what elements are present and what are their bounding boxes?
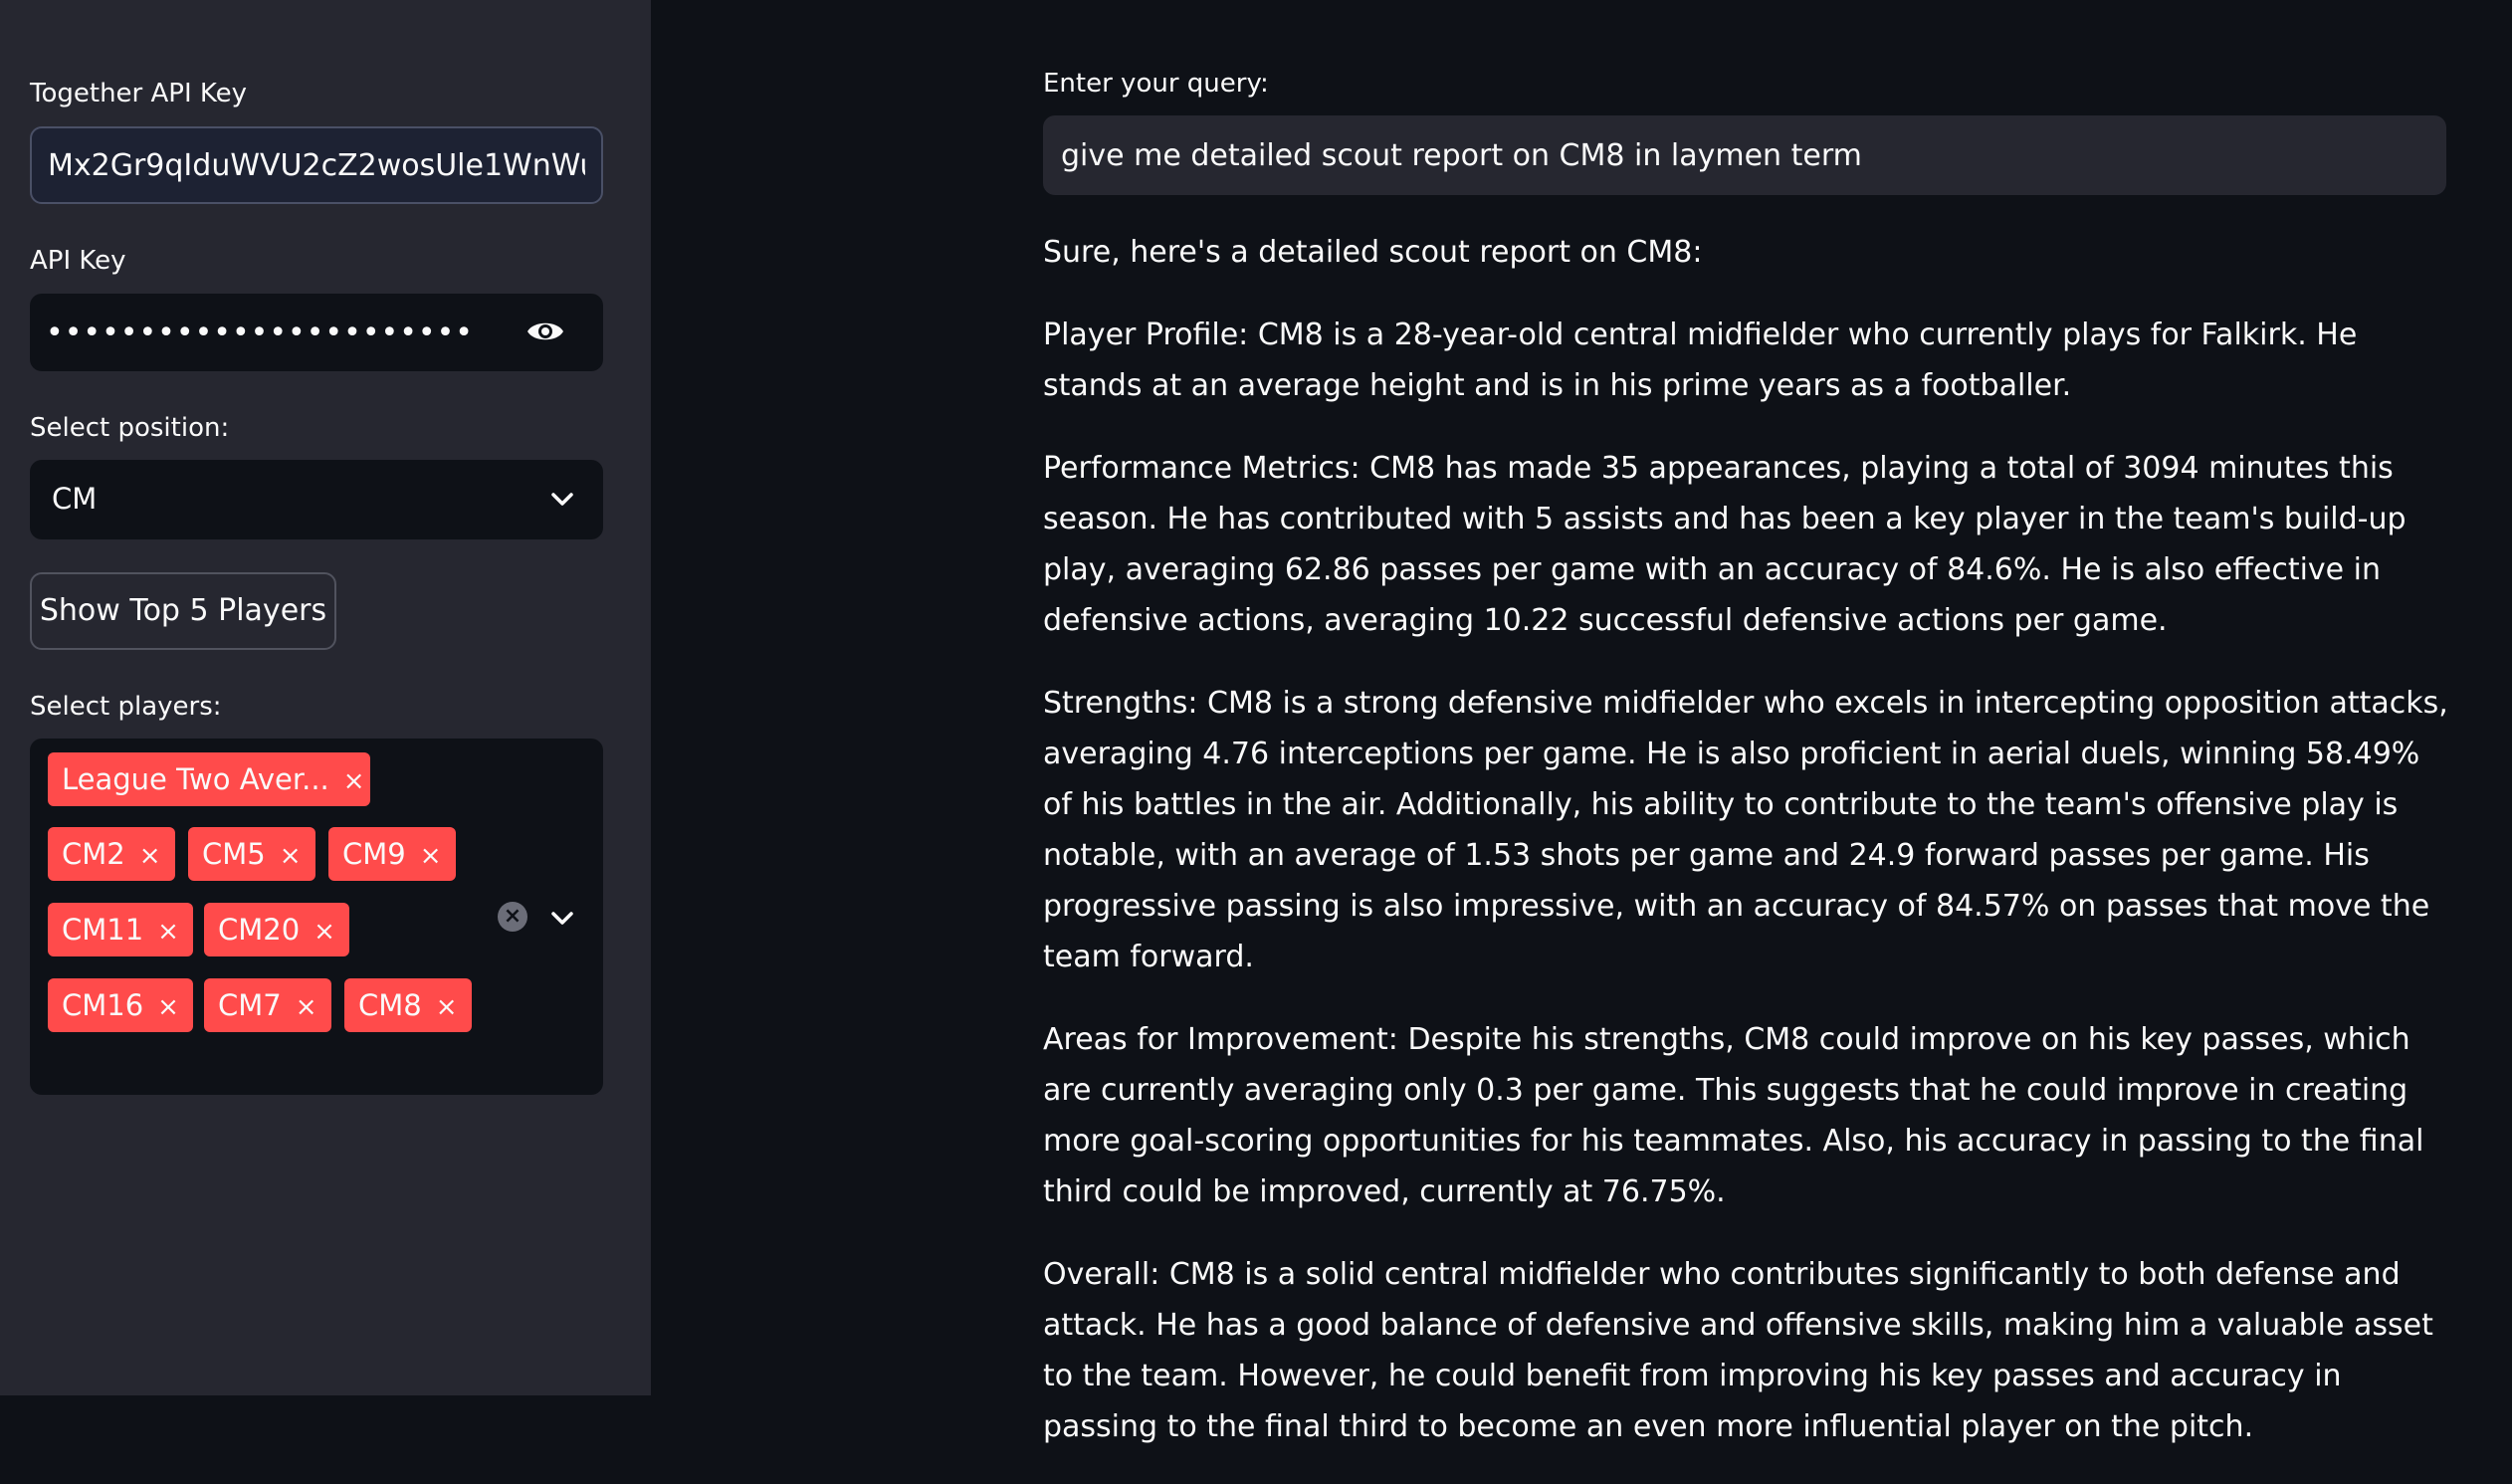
player-tag: CM9 × — [328, 827, 456, 881]
query-label: Enter your query: — [1043, 69, 1269, 99]
players-label: Select players: — [30, 692, 222, 722]
player-tag-label: CM7 — [218, 988, 282, 1022]
player-tag-label: CM2 — [62, 837, 125, 871]
show-top-5-players-button[interactable]: Show Top 5 Players — [30, 572, 336, 650]
player-tag: CM2 × — [48, 827, 175, 881]
response-paragraph: Strengths: CM8 is a strong defensive mid… — [1043, 686, 2448, 974]
remove-tag-icon[interactable]: × — [314, 905, 335, 958]
position-label: Select position: — [30, 413, 230, 443]
player-tag-label: CM9 — [342, 837, 406, 871]
player-tag-label: CM16 — [62, 988, 144, 1022]
main-content: Enter your query: Sure, here's a detaile… — [651, 0, 2512, 1444]
player-tag: CM7 × — [204, 978, 331, 1032]
remove-tag-icon[interactable]: × — [420, 829, 442, 883]
response-paragraph: Areas for Improvement: Despite his stren… — [1043, 1022, 2424, 1209]
api-key-label: API Key — [30, 246, 126, 276]
player-tag: CM11 × — [48, 903, 193, 956]
chevron-down-icon[interactable] — [549, 491, 575, 509]
remove-tag-icon[interactable]: × — [139, 829, 161, 883]
player-tag-label: League Two Aver... — [62, 762, 329, 796]
query-input[interactable] — [1043, 115, 2446, 195]
player-tag-label: CM8 — [358, 988, 422, 1022]
chevron-down-icon[interactable] — [549, 910, 575, 928]
player-tag: CM16 × — [48, 978, 193, 1032]
clear-all-icon[interactable]: × — [498, 902, 527, 932]
api-key-field[interactable] — [30, 294, 603, 371]
player-tag: League Two Aver... × — [48, 752, 370, 806]
player-tag: CM5 × — [188, 827, 315, 881]
player-tag: CM8 × — [344, 978, 472, 1032]
response-paragraph: Overall: CM8 is a solid central midfield… — [1043, 1257, 2433, 1444]
players-multiselect[interactable]: League Two Aver... × CM2 × CM5 × CM9 × CM11 ×… — [30, 739, 603, 1095]
api-key-input[interactable] — [30, 294, 488, 371]
position-select-value: CM — [52, 482, 98, 516]
remove-tag-icon[interactable]: × — [436, 980, 458, 1034]
player-tag-label: CM11 — [62, 913, 144, 947]
query-field[interactable] — [1043, 115, 2446, 195]
remove-tag-icon[interactable]: × — [280, 829, 302, 883]
response-paragraph: Player Profile: CM8 is a 28-year-old cen… — [1043, 318, 2358, 403]
remove-tag-icon[interactable]: × — [157, 905, 179, 958]
response-paragraph: Performance Metrics: CM8 has made 35 app… — [1043, 451, 2407, 638]
player-tag-label: CM5 — [202, 837, 266, 871]
together-api-key-label: Together API Key — [30, 79, 248, 108]
sidebar: Together API Key API Key Select position… — [0, 0, 651, 1395]
player-tag-label: CM20 — [218, 913, 301, 947]
position-select[interactable]: CM — [30, 460, 603, 539]
remove-tag-icon[interactable]: × — [157, 980, 179, 1034]
remove-tag-icon[interactable]: × — [296, 980, 317, 1034]
eye-icon[interactable] — [525, 316, 565, 347]
together-api-key-field[interactable] — [30, 126, 603, 204]
player-tag: CM20 × — [204, 903, 349, 956]
remove-tag-icon[interactable]: × — [343, 754, 365, 808]
together-api-key-input[interactable] — [32, 128, 601, 202]
response-paragraph: Sure, here's a detailed scout report on … — [1043, 235, 1703, 270]
response-text: Sure, here's a detailed scout report on … — [1043, 227, 2456, 1484]
